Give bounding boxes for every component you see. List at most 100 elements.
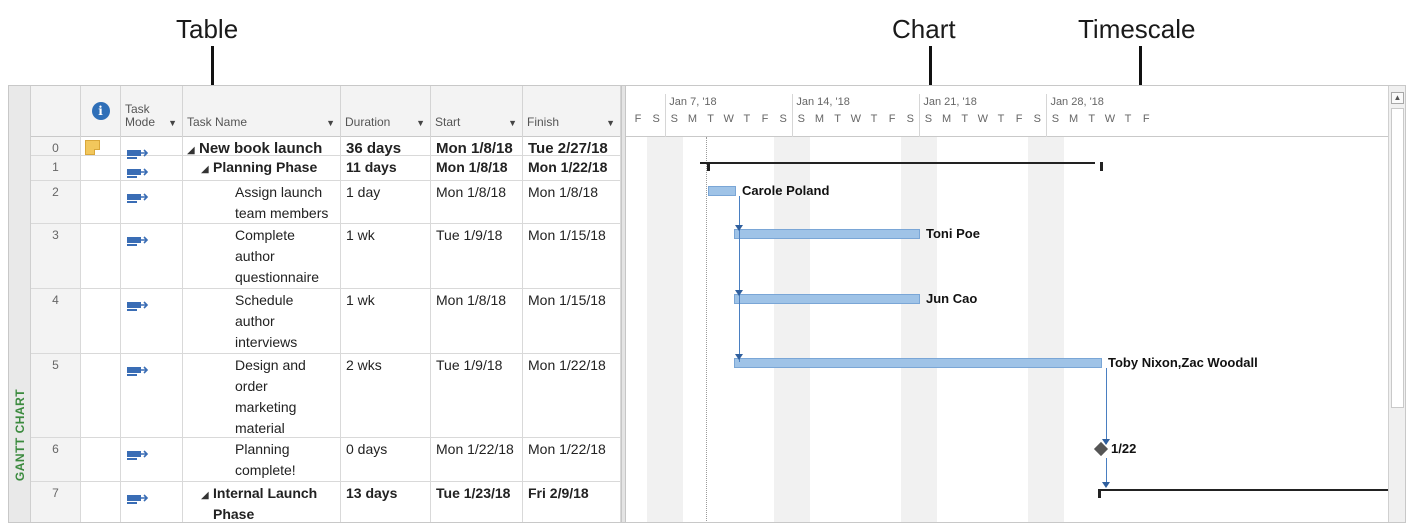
day-label: T	[1088, 113, 1096, 125]
auto-scheduled-icon	[127, 490, 149, 504]
chevron-down-icon[interactable]: ▼	[326, 118, 335, 128]
table-row[interactable]: 5 Design and order marketing material 2 wk…	[31, 354, 621, 438]
start-cell[interactable]: Mon 1/22/18	[431, 438, 523, 481]
finish-cell[interactable]: Mon 1/15/18	[523, 289, 621, 353]
duration-cell[interactable]: 2 wks	[341, 354, 431, 437]
task-bar[interactable]	[734, 294, 920, 304]
resource-label: Toni Poe	[926, 226, 980, 241]
table-row[interactable]: 3 Complete author questionnaire 1 wk Tue 1/…	[31, 224, 621, 289]
duration-cell[interactable]: 36 days	[341, 137, 431, 157]
row-id[interactable]: 0	[31, 137, 81, 155]
summary-bar-end	[1098, 489, 1101, 498]
task-mode-cell[interactable]	[121, 181, 183, 223]
start-cell[interactable]: Mon 1/8/18	[431, 289, 523, 353]
duration-cell[interactable]: 13 days	[341, 482, 431, 522]
header-duration[interactable]: Duration ▼	[341, 86, 431, 137]
scroll-thumb[interactable]	[1391, 108, 1404, 408]
header-finish[interactable]: Finish ▼	[523, 86, 621, 137]
finish-cell[interactable]: Mon 1/15/18	[523, 224, 621, 288]
duration-cell[interactable]: 0 days	[341, 438, 431, 481]
finish-cell[interactable]: Fri 2/9/18	[523, 482, 621, 522]
chevron-down-icon[interactable]: ▼	[168, 118, 177, 128]
row-id[interactable]: 6	[31, 438, 81, 481]
task-mode-cell[interactable]	[121, 137, 183, 159]
task-name-cell[interactable]: ◢ New book launch	[183, 137, 341, 157]
duration-cell[interactable]: 1 wk	[341, 289, 431, 353]
indicator-cell[interactable]	[81, 482, 121, 522]
duration-cell[interactable]: 11 days	[341, 156, 431, 180]
duration-cell[interactable]: 1 wk	[341, 224, 431, 288]
summary-bar[interactable]	[1098, 489, 1388, 491]
task-name-cell[interactable]: Schedule author interviews	[183, 289, 341, 353]
indicator-cell[interactable]	[81, 181, 121, 223]
task-name-cell[interactable]: Planning complete!	[183, 438, 341, 481]
finish-cell[interactable]: Mon 1/22/18	[523, 156, 621, 180]
table-row[interactable]: 4 Schedule author interviews 1 wk Mon 1/8/1…	[31, 289, 621, 354]
summary-bar[interactable]	[699, 162, 1095, 164]
row-id[interactable]: 1	[31, 156, 81, 180]
finish-cell[interactable]: Mon 1/8/18	[523, 181, 621, 223]
table-row[interactable]: 6 Planning complete! 0 days Mon 1/22/18 Mon …	[31, 438, 621, 482]
table-row[interactable]: 0 ◢ New book launch 36 days Mon 1/8/18 Tue 2/…	[31, 137, 621, 159]
task-mode-cell[interactable]	[121, 482, 183, 522]
view-bar[interactable]: GANTT CHART	[9, 86, 31, 522]
task-bar[interactable]	[734, 229, 920, 239]
auto-scheduled-icon	[127, 446, 149, 460]
header-task-name[interactable]: Task Name ▼	[183, 86, 341, 137]
task-bar[interactable]	[708, 186, 736, 196]
task-bar[interactable]	[734, 358, 1102, 368]
task-name-cell[interactable]: Complete author questionnaire	[183, 224, 341, 288]
row-id[interactable]: 3	[31, 224, 81, 288]
start-cell[interactable]: Tue 1/9/18	[431, 354, 523, 437]
timescale[interactable]: F S S M T W T F S S M T W T F S S M T W T F S S M T W T F Jan 7, '18 J…	[626, 86, 1388, 137]
task-mode-cell[interactable]	[121, 354, 183, 437]
scroll-up-icon[interactable]: ▲	[1391, 92, 1404, 104]
row-id[interactable]: 7	[31, 482, 81, 522]
duration-cell[interactable]: 1 day	[341, 181, 431, 223]
task-mode-cell[interactable]	[121, 289, 183, 353]
indicator-cell[interactable]	[81, 156, 121, 180]
row-id[interactable]: 2	[31, 181, 81, 223]
row-id[interactable]: 4	[31, 289, 81, 353]
table-row[interactable]: 2 Assign launch team members 1 day Mon 1/8/…	[31, 181, 621, 224]
table-row[interactable]: 1 ◢ Planning Phase 11 days Mon 1/8/18 Mon 1/2…	[31, 156, 621, 181]
start-cell[interactable]: Mon 1/8/18	[431, 137, 523, 157]
indicator-cell[interactable]	[81, 224, 121, 288]
chevron-down-icon[interactable]: ▼	[416, 118, 425, 128]
chevron-down-icon[interactable]: ▼	[508, 118, 517, 128]
day-label: W	[1104, 113, 1116, 125]
task-name-cell[interactable]: ◢ Internal Launch Phase	[183, 482, 341, 522]
finish-cell[interactable]: Mon 1/22/18	[523, 438, 621, 481]
auto-scheduled-icon	[127, 232, 149, 246]
finish-cell[interactable]: Tue 2/27/18	[523, 137, 621, 157]
collapse-triangle-icon[interactable]: ◢	[201, 485, 209, 506]
table-row[interactable]: 7 ◢ Internal Launch Phase 13 days Tue 1/23/1…	[31, 482, 621, 522]
header-select-all[interactable]	[31, 86, 81, 137]
task-mode-cell[interactable]	[121, 224, 183, 288]
task-mode-cell[interactable]	[121, 156, 183, 180]
indicator-cell[interactable]	[81, 438, 121, 481]
indicator-cell[interactable]	[81, 354, 121, 437]
collapse-triangle-icon[interactable]: ◢	[201, 159, 209, 180]
task-mode-cell[interactable]	[121, 438, 183, 481]
chevron-down-icon[interactable]: ▼	[606, 118, 615, 128]
header-task-mode[interactable]: Task Mode ▼	[121, 86, 183, 137]
row-id[interactable]: 5	[31, 354, 81, 437]
auto-scheduled-icon	[127, 362, 149, 376]
day-label: T	[870, 113, 878, 125]
start-cell[interactable]: Tue 1/9/18	[431, 224, 523, 288]
task-name-cell[interactable]: ◢ Planning Phase	[183, 156, 341, 180]
header-start[interactable]: Start ▼	[431, 86, 523, 137]
start-cell[interactable]: Mon 1/8/18	[431, 181, 523, 223]
start-cell[interactable]: Mon 1/8/18	[431, 156, 523, 180]
header-indicators[interactable]: i	[81, 86, 121, 137]
task-name-cell[interactable]: Design and order marketing material	[183, 354, 341, 437]
week-separator	[792, 94, 794, 137]
indicator-cell[interactable]	[81, 137, 121, 155]
finish-cell[interactable]: Mon 1/22/18	[523, 354, 621, 437]
indicator-cell[interactable]	[81, 289, 121, 353]
note-icon[interactable]	[85, 140, 100, 155]
start-cell[interactable]: Tue 1/23/18	[431, 482, 523, 522]
vertical-scrollbar[interactable]: ▲	[1388, 86, 1405, 522]
task-name-cell[interactable]: Assign launch team members	[183, 181, 341, 223]
